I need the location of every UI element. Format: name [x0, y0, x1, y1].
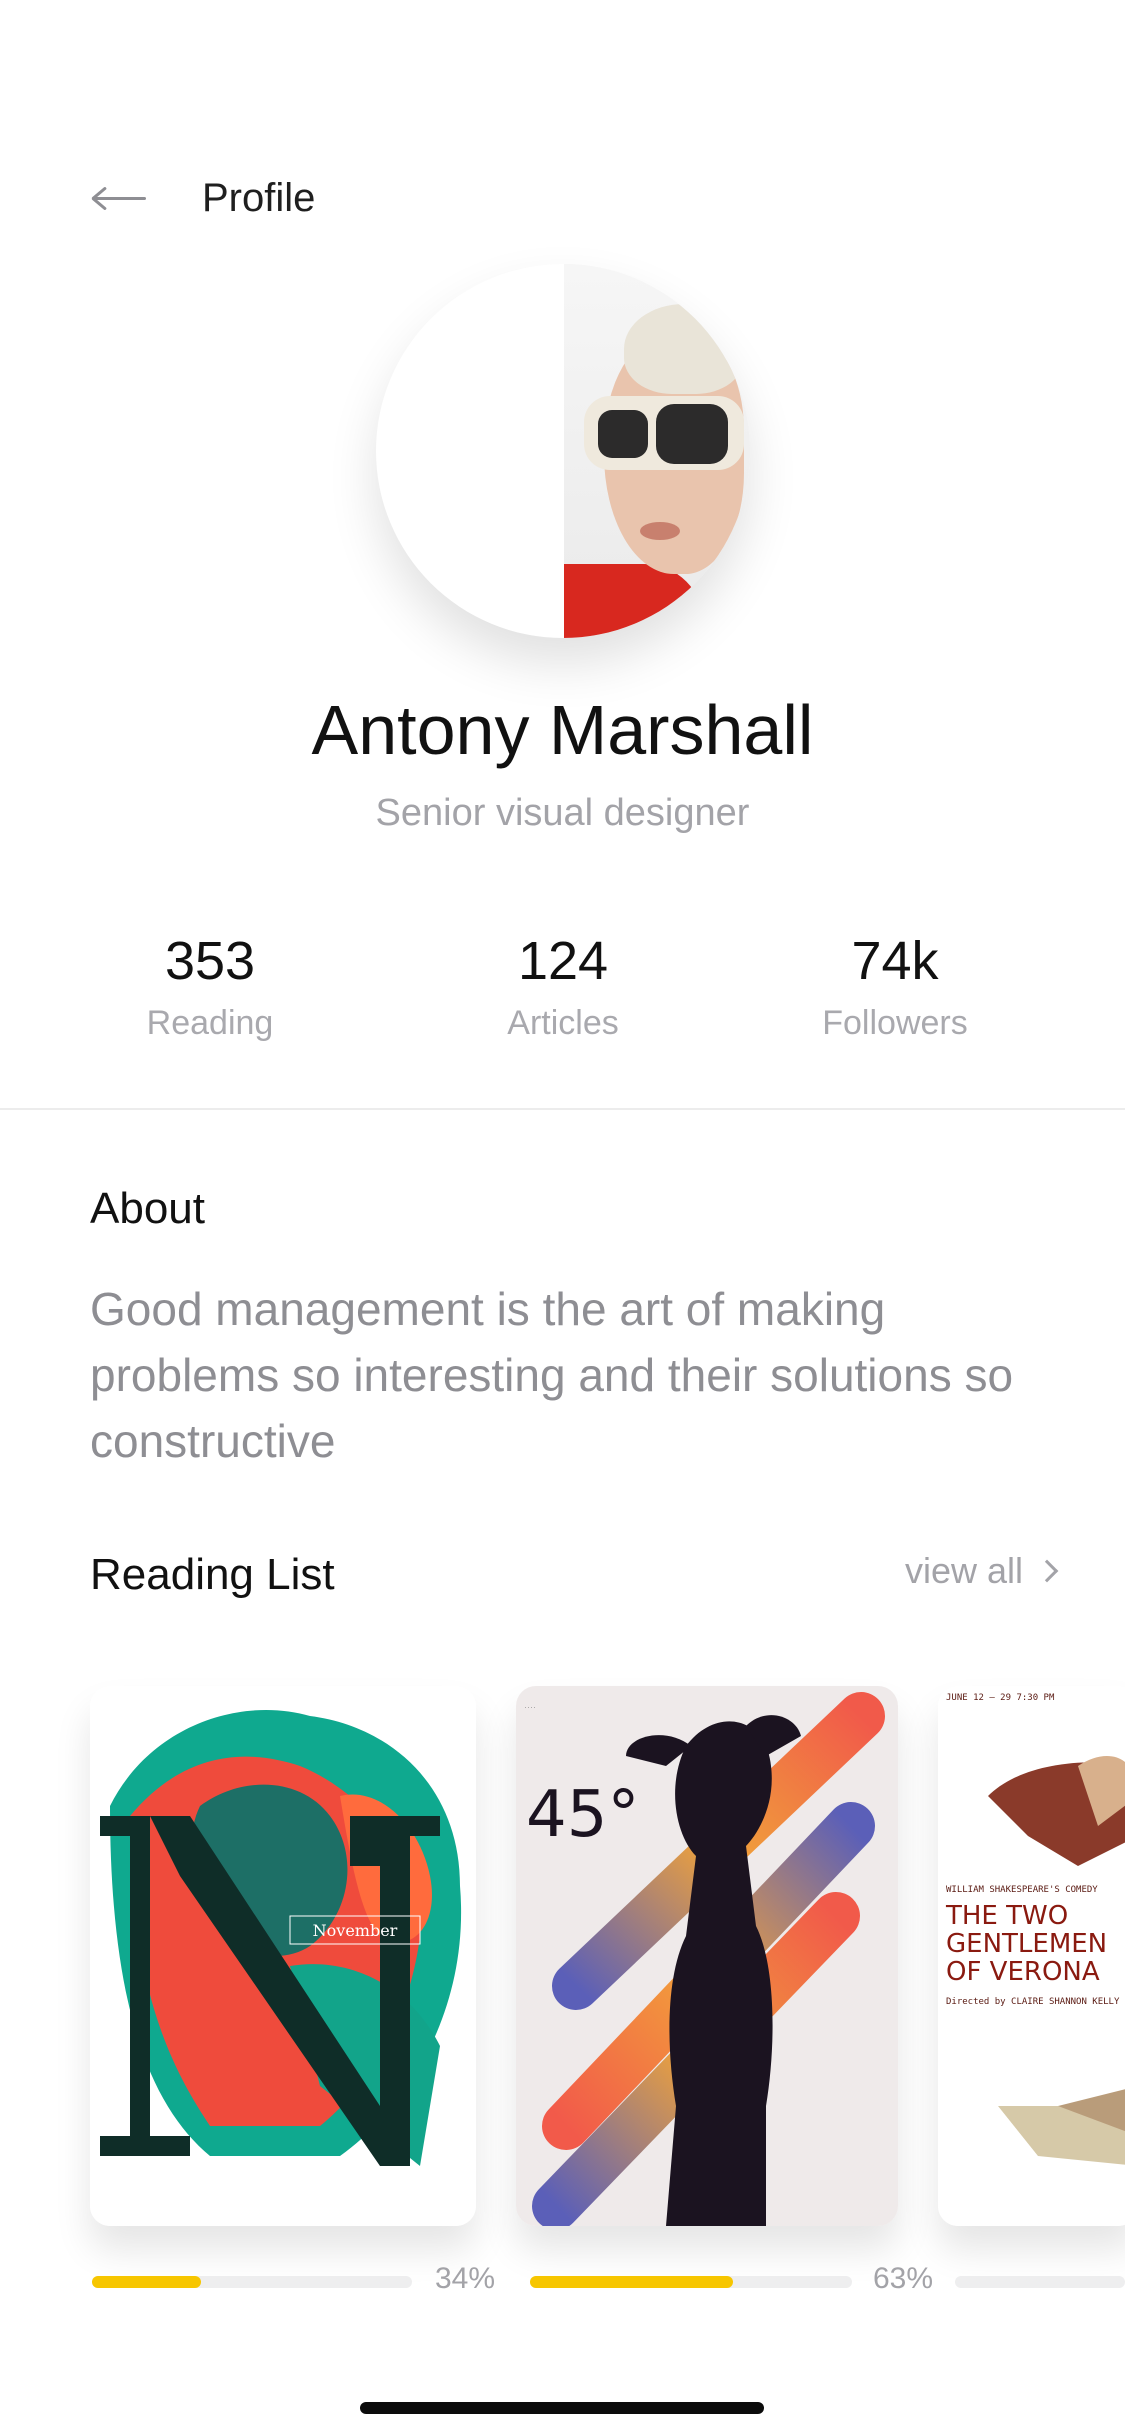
- book-cover-3-small-bottom: Directed by CLAIRE SHANNON KELLY: [946, 1997, 1120, 2007]
- header: Profile: [90, 168, 315, 228]
- view-all-link[interactable]: view all: [904, 1550, 1059, 1592]
- book-card-3[interactable]: JUNE 12 – 29 7:30 PM WILLIAM SHAKESPEARE…: [938, 1686, 1125, 2226]
- stat-articles[interactable]: 124 Articles: [423, 930, 703, 1043]
- divider: [0, 1108, 1125, 1110]
- back-arrow-icon[interactable]: [90, 183, 148, 213]
- book-3-progress-bar: [955, 2276, 1125, 2288]
- book-cover-3-line-3: OF VERONA: [946, 1957, 1100, 1987]
- book-2-progress-label: 63%: [873, 2262, 934, 2295]
- book-cover-3-line-1: THE TWO: [945, 1901, 1068, 1931]
- avatar: [376, 264, 750, 638]
- page-title: Profile: [202, 175, 316, 220]
- book-cover-3: JUNE 12 – 29 7:30 PM WILLIAM SHAKESPEARE…: [938, 1686, 1125, 2226]
- book-1-progress-bar: [92, 2276, 412, 2288]
- book-card-1[interactable]: November: [90, 1686, 476, 2226]
- book-cover-2: .... 45°: [516, 1686, 898, 2226]
- stat-followers[interactable]: 74k Followers: [755, 930, 1035, 1043]
- reading-list-heading: Reading List: [90, 1550, 335, 1599]
- about-text: Good management is the art of making pro…: [90, 1283, 1014, 1467]
- book-cover-3-small-top: WILLIAM SHAKESPEARE'S COMEDY: [946, 1885, 1098, 1895]
- book-cover-3-line-2: GENTLEMEN: [946, 1929, 1107, 1959]
- avatar-photo: [564, 264, 750, 638]
- book-cover-1-text: November: [313, 1921, 398, 1940]
- book-cover-3-date: JUNE 12 – 29 7:30 PM: [946, 1693, 1055, 1703]
- book-1-progress-label: 34%: [435, 2262, 496, 2295]
- stat-reading[interactable]: 353 Reading: [70, 930, 350, 1043]
- book-cover-1: November: [90, 1686, 476, 2226]
- book-cover-2-text: 45°: [526, 1778, 639, 1852]
- chevron-right-icon: [1035, 1559, 1059, 1583]
- about-heading: About: [90, 1184, 205, 1233]
- book-2-progress-fill: [530, 2276, 733, 2288]
- book-card-2[interactable]: .... 45°: [516, 1686, 898, 2226]
- stat-label: Reading: [146, 1004, 274, 1042]
- book-2-progress-bar: [530, 2276, 852, 2288]
- profile-name: Antony Marshall: [311, 691, 814, 769]
- stat-value: 353: [164, 931, 256, 991]
- book-1-progress-fill: [92, 2276, 201, 2288]
- stat-label: Followers: [822, 1004, 968, 1042]
- stat-value: 74k: [851, 931, 939, 991]
- stat-label: Articles: [507, 1004, 619, 1042]
- view-all-label: view all: [904, 1550, 1023, 1591]
- profile-title: Senior visual designer: [375, 792, 750, 834]
- stat-value: 124: [517, 931, 609, 991]
- home-indicator: [360, 2402, 764, 2414]
- svg-text:....: ....: [524, 1704, 536, 1710]
